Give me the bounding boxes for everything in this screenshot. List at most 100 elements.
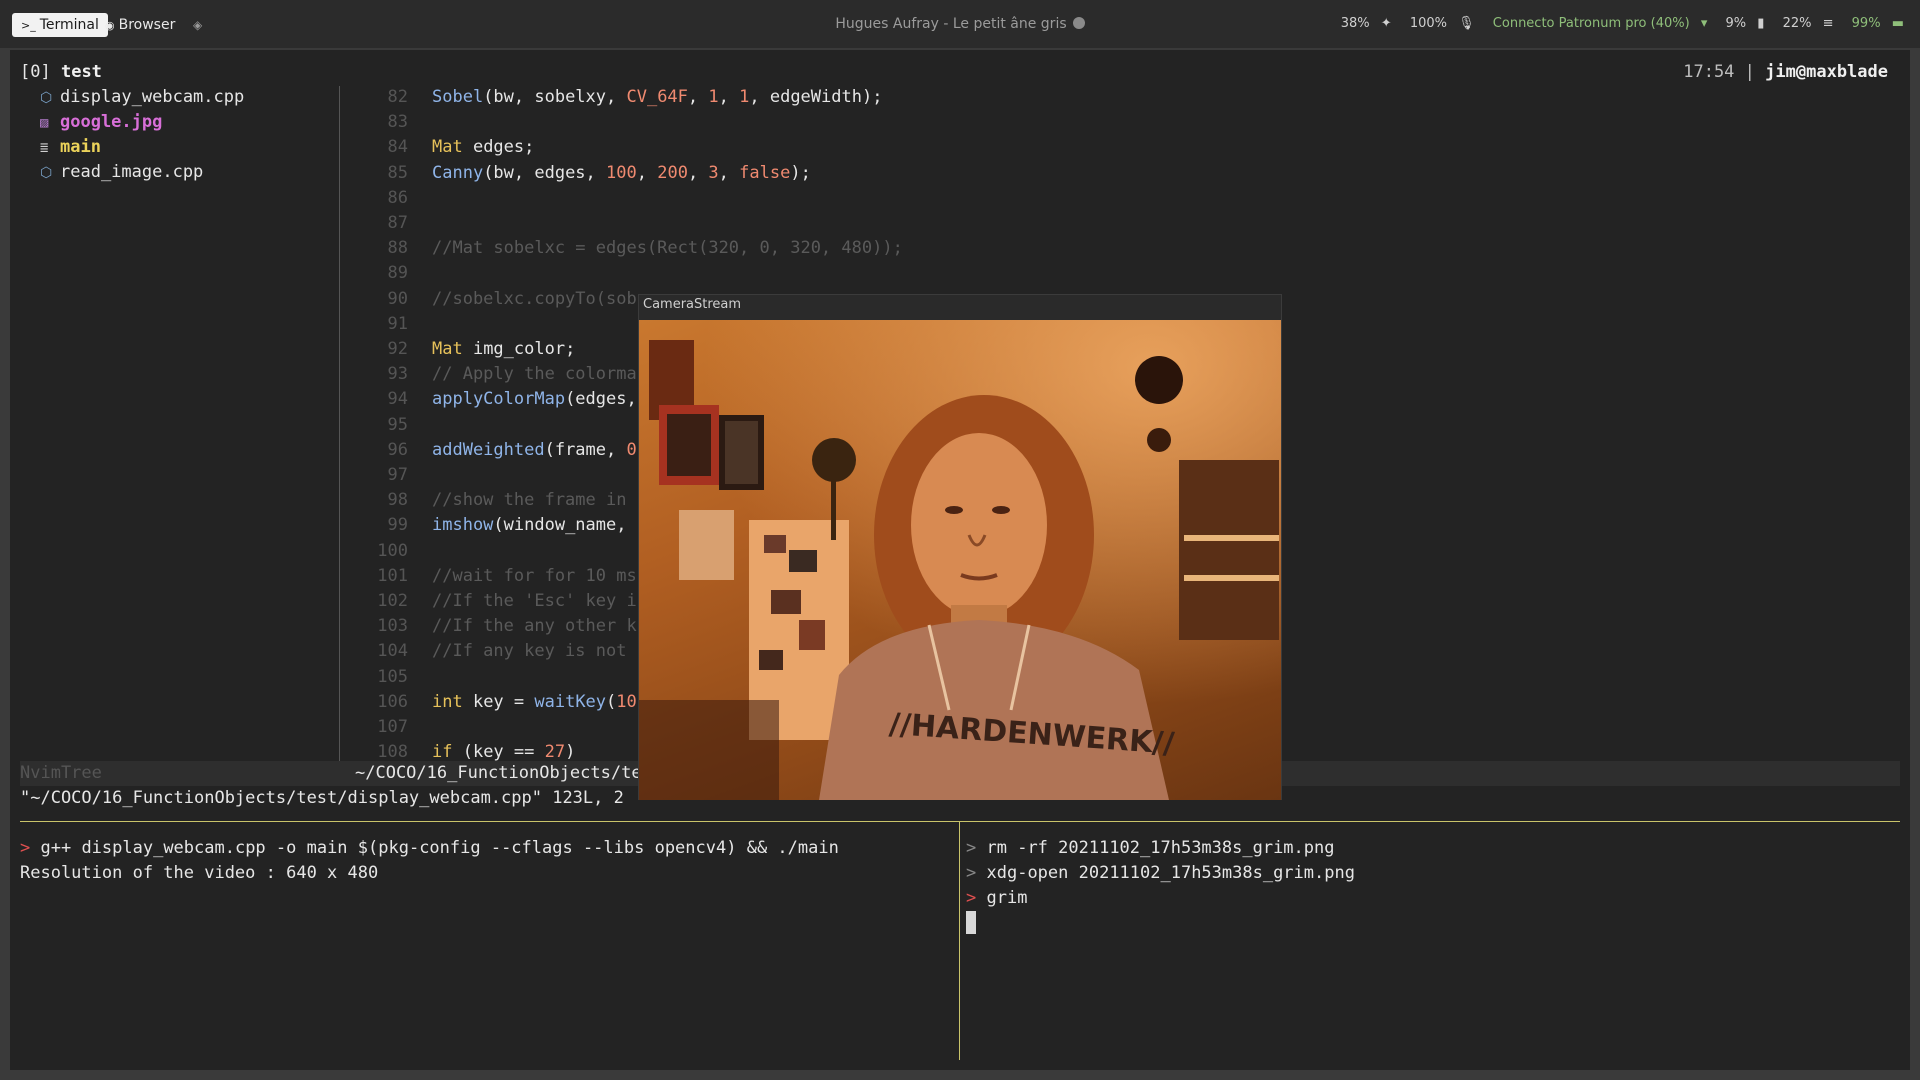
camera-image: //HARDENWERK// bbox=[639, 320, 1281, 800]
line-number: 92 bbox=[387, 339, 408, 359]
code-token: ( bbox=[606, 691, 617, 712]
code-line[interactable]: 91 bbox=[350, 312, 432, 337]
code-token: (bw, sobelxy, bbox=[483, 87, 627, 107]
line-number: 100 bbox=[377, 540, 408, 561]
code-token: key = bbox=[462, 691, 535, 712]
right-pane-history-2: > xdg-open 20211102_17h53m38s_grim.png bbox=[966, 863, 1355, 883]
code-token: //sobelxc.copyTo(sob bbox=[432, 288, 637, 309]
code-token: if bbox=[432, 742, 453, 763]
code-line[interactable]: 99 imshow(window_name, bbox=[350, 513, 627, 538]
code-line[interactable]: 106 int key = waitKey(10 bbox=[350, 690, 637, 715]
brightness-icon: ✦ bbox=[1380, 16, 1392, 31]
tree-file-display-webcam[interactable]: ⬡ display_webcam.cpp bbox=[40, 85, 244, 111]
right-pane-input[interactable] bbox=[966, 911, 976, 937]
statusline-path: ~/COCO/16_FunctionObjects/te bbox=[355, 763, 642, 783]
code-line[interactable]: 88 //Mat sobelxc = edges(Rect(320, 0, 320… bbox=[350, 236, 903, 261]
tree-file-read-image[interactable]: ⬡ read_image.cpp bbox=[40, 160, 203, 186]
code-token: applyColorMap bbox=[432, 389, 566, 410]
line-number: 90 bbox=[387, 288, 408, 309]
code-token: 100 bbox=[606, 162, 637, 183]
line-number: 86 bbox=[387, 187, 408, 208]
code-token: ); bbox=[790, 162, 811, 183]
line-number: 102 bbox=[377, 591, 408, 611]
line-number: 84 bbox=[387, 137, 408, 158]
brightness-status[interactable]: 38% ✦ bbox=[1334, 16, 1392, 31]
pane-divider-horizontal bbox=[20, 821, 1900, 822]
line-number: 94 bbox=[387, 389, 408, 410]
tree-file-google-jpg[interactable]: ▨ google.jpg bbox=[40, 110, 162, 136]
code-line[interactable]: 85 Canny(bw, edges, 100, 200, 3, false); bbox=[350, 161, 811, 186]
code-token: (window_name, bbox=[493, 515, 627, 536]
top-bar: >_ Terminal ◉ Browser ◈ Hugues Aufray - Le… bbox=[0, 0, 1920, 48]
code-token: Mat bbox=[432, 137, 463, 158]
code-token: Canny bbox=[432, 162, 484, 183]
line-number: 105 bbox=[377, 666, 408, 687]
code-line[interactable]: 86 bbox=[350, 186, 432, 211]
camera-stream-window[interactable]: CameraStream //HARDENWERK// bbox=[638, 294, 1282, 800]
line-number: 104 bbox=[377, 641, 408, 662]
line-number: 89 bbox=[387, 263, 408, 284]
code-token: // Apply the colorma bbox=[432, 364, 637, 385]
code-token: CV_64F bbox=[626, 87, 688, 107]
code-line[interactable]: 96 addWeighted(frame, 0 bbox=[350, 438, 637, 463]
left-pane-command[interactable]: > g++ display_webcam.cpp -o main $(pkg-c… bbox=[20, 836, 839, 861]
network-status[interactable]: Connecto Patronum pro (40%) ▾ bbox=[1486, 16, 1708, 31]
code-token: false bbox=[739, 162, 791, 183]
image-file-icon: ▨ bbox=[40, 115, 49, 131]
code-token: 10 bbox=[616, 691, 637, 712]
code-line[interactable]: 97 bbox=[350, 463, 432, 488]
line-number: 96 bbox=[387, 439, 408, 460]
code-line[interactable]: 82 Sobel(bw, sobelxy, CV_64F, 1, 1, edgeW… bbox=[350, 85, 883, 110]
tree-file-main[interactable]: ≣ main bbox=[40, 135, 101, 161]
code-line[interactable]: 84 Mat edges; bbox=[350, 135, 535, 160]
code-line[interactable]: 90 //sobelxc.copyTo(sob bbox=[350, 287, 637, 312]
line-number: 91 bbox=[387, 313, 408, 334]
code-line[interactable]: 101 //wait for for 10 ms bbox=[350, 564, 637, 589]
code-line[interactable]: 102 //If the 'Esc' key i bbox=[350, 589, 636, 614]
code-line[interactable]: 107 bbox=[350, 715, 432, 740]
code-token: //If any key is not bbox=[432, 641, 627, 662]
command-line[interactable]: "~/COCO/16_FunctionObjects/test/display_… bbox=[20, 786, 624, 811]
code-token: , bbox=[718, 87, 740, 107]
code-token: Sobel bbox=[432, 87, 484, 107]
code-token: (key == bbox=[452, 742, 545, 763]
code-line[interactable]: 103 //If the any other k bbox=[350, 614, 636, 639]
wifi-icon: ▾ bbox=[1700, 16, 1708, 31]
code-line[interactable]: 98 //show the frame in bbox=[350, 488, 627, 513]
code-token: Mat bbox=[432, 339, 463, 359]
cpu-icon: ▮ bbox=[1757, 16, 1765, 31]
line-number: 83 bbox=[387, 112, 408, 133]
microphone-icon: 🎙 bbox=[1458, 16, 1475, 31]
code-token: , bbox=[636, 162, 658, 183]
cpp-file-icon: ⬡ bbox=[40, 165, 53, 181]
line-number: 88 bbox=[387, 238, 408, 259]
code-line[interactable]: 94 applyColorMap(edges, bbox=[350, 387, 637, 412]
code-token: //show the frame in bbox=[432, 490, 627, 511]
volume-status[interactable]: 100% 🎙 bbox=[1403, 16, 1475, 31]
code-line[interactable]: 100 bbox=[350, 539, 432, 564]
battery-status: 99% ▬ bbox=[1851, 16, 1904, 31]
code-line[interactable]: 104 //If any key is not bbox=[350, 639, 626, 664]
code-line[interactable]: 87 bbox=[350, 211, 432, 236]
code-token: //wait for for 10 ms bbox=[432, 565, 637, 586]
code-token: waitKey bbox=[534, 691, 607, 712]
cpu-status: 9% ▮ bbox=[1725, 16, 1765, 31]
line-number: 103 bbox=[377, 616, 408, 637]
code-token: , bbox=[718, 162, 740, 183]
code-token: edges; bbox=[462, 137, 535, 158]
line-number: 95 bbox=[387, 414, 408, 435]
line-number: 93 bbox=[387, 364, 408, 385]
code-line[interactable]: 105 bbox=[350, 665, 432, 690]
left-pane-output: Resolution of the video : 640 x 480 bbox=[20, 863, 379, 883]
code-line[interactable]: 95 bbox=[350, 413, 432, 438]
window-title: CameraStream bbox=[643, 297, 742, 312]
code-line[interactable]: 89 bbox=[350, 261, 432, 286]
code-line[interactable]: 83 bbox=[350, 110, 432, 135]
code-token: 0 bbox=[626, 439, 637, 460]
code-line[interactable]: 92 Mat img_color; bbox=[350, 337, 576, 362]
cursor bbox=[966, 911, 976, 934]
code-token: 1 bbox=[739, 87, 750, 107]
binary-file-icon: ≣ bbox=[40, 140, 49, 156]
code-line[interactable]: 93 // Apply the colorma bbox=[350, 362, 637, 387]
code-token: addWeighted bbox=[432, 439, 545, 460]
